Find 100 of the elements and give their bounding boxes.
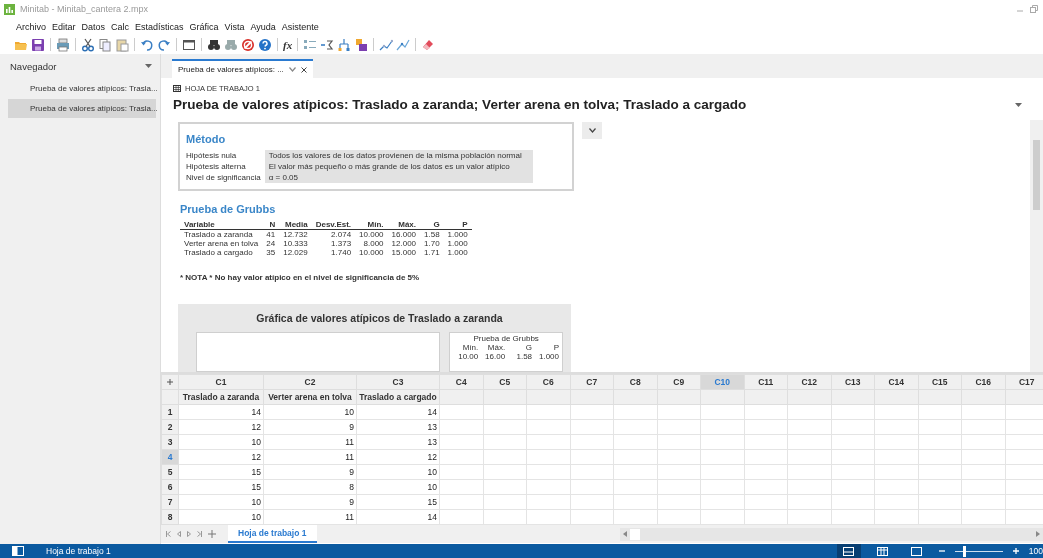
column-header[interactable]: C14 [874,374,918,390]
data-cell[interactable]: 12 [178,419,264,435]
scrollbar[interactable] [1030,120,1043,372]
next-icon[interactable] [187,531,191,537]
data-cell[interactable]: 8 [263,479,357,495]
sheet-tab[interactable]: Hoja de trabajo 1 [228,525,317,543]
add-icon[interactable] [208,530,216,538]
data-cell[interactable]: 12 [178,449,264,465]
output-tab[interactable]: Prueba de valores atípicos: ... [172,59,313,78]
data-cell[interactable]: 15 [178,464,264,480]
menu-item[interactable]: Vista [224,21,245,32]
column-header: P [443,220,472,230]
data-cell[interactable]: 10 [178,434,264,450]
data-cell[interactable]: 14 [356,404,440,420]
column-header[interactable]: C17 [1005,374,1043,390]
scrollbar[interactable] [620,527,1043,541]
column-header[interactable]: C15 [918,374,962,390]
column-header[interactable]: C12 [787,374,831,390]
scrollbar-thumb[interactable] [630,528,640,540]
menu-item[interactable]: Asistente [281,21,319,32]
data-cell[interactable]: 11 [263,434,357,450]
tree-icon[interactable] [337,37,352,52]
data-cell[interactable]: 14 [178,404,264,420]
left-arrow-icon[interactable] [623,531,627,537]
data-cell[interactable]: 9 [263,464,357,480]
window-icon[interactable] [182,37,196,52]
right-arrow-icon[interactable] [1036,531,1040,537]
dropdown-icon[interactable] [1015,102,1022,107]
column-header[interactable]: C13 [831,374,875,390]
column-header[interactable]: C5 [483,374,527,390]
printer-icon[interactable] [56,37,70,52]
column-header[interactable]: C7 [570,374,614,390]
data-cell[interactable]: 15 [178,479,264,495]
restore-icon[interactable] [1029,5,1039,13]
zoom-out-icon[interactable] [938,548,945,554]
copy-icon[interactable] [98,37,112,52]
binoculars-icon[interactable] [207,37,221,52]
scissors-icon[interactable] [81,37,95,52]
paste-icon[interactable] [115,37,129,52]
first-icon[interactable] [166,531,171,537]
zoom-in-icon[interactable] [1012,548,1019,554]
column-header[interactable]: C6 [526,374,570,390]
dropdown-icon[interactable] [145,64,152,68]
last-icon[interactable] [197,531,202,537]
chevron-down-icon[interactable] [588,128,596,133]
stop-icon[interactable] [241,37,255,52]
view-button[interactable] [836,544,861,558]
column-header: N [262,220,280,230]
scatter-icon[interactable] [379,37,394,52]
slider-thumb[interactable] [962,545,966,557]
column-header[interactable]: C2 [263,374,357,390]
column-header[interactable]: C4 [439,374,483,390]
data-cell[interactable]: 14 [356,509,440,525]
previous-icon[interactable] [177,531,181,537]
eraser-icon[interactable] [421,37,436,52]
menu-item[interactable]: Gráfica [189,21,219,32]
undo-icon[interactable] [140,37,154,52]
menu-item[interactable]: Ayuda [250,21,276,32]
data-cell[interactable]: 11 [263,449,357,465]
sigma-icon[interactable] [320,37,335,52]
column-header[interactable]: C16 [961,374,1005,390]
data-cell[interactable]: 10 [178,494,264,510]
data-cell[interactable]: 10 [263,404,357,420]
data-cell[interactable]: 12 [356,449,440,465]
column-header[interactable]: C1 [178,374,264,390]
panel-icon[interactable] [12,546,24,556]
chevron-down-icon[interactable] [288,67,296,72]
formula-button[interactable]: fx [283,38,293,51]
redo-icon[interactable] [157,37,171,52]
data-cell[interactable]: 9 [263,494,357,510]
list-icon[interactable] [303,37,318,52]
data-cell[interactable]: 10 [356,479,440,495]
table-cell: El valor más pequeño o más grande de los datos es un valor atípico [264,161,533,172]
data-cell[interactable]: 13 [356,419,440,435]
table-cell-text: 10.000 [358,248,385,257]
close-icon[interactable] [300,66,307,73]
save-icon[interactable] [31,37,45,52]
data-cell[interactable]: 11 [263,509,357,525]
data-cell[interactable]: 10 [356,464,440,480]
column-header[interactable]: C3 [356,374,440,390]
line-chart-icon[interactable] [396,37,411,52]
data-cell[interactable]: 15 [356,494,440,510]
menu-item[interactable]: Datos [81,21,106,32]
column-header[interactable]: C8 [613,374,657,390]
menu-item[interactable]: Calc [111,21,130,32]
help-icon[interactable] [258,37,272,52]
navigator-item[interactable]: Prueba de valores atípicos: Trasla... [8,99,156,118]
collapse-button[interactable] [582,122,602,139]
data-cell[interactable]: 13 [356,434,440,450]
table-cell: 1.58 [420,229,444,239]
table-cell-text: 1.000 [446,239,469,248]
navigator-item[interactable]: Prueba de valores atípicos: Trasla... [8,79,156,98]
menu-item[interactable]: Estadísticas [135,21,184,32]
column-header[interactable]: C9 [657,374,701,390]
menu-item[interactable]: Editar [52,21,76,32]
data-cell[interactable]: 10 [178,509,264,525]
scrollbar-thumb[interactable] [1033,140,1040,210]
column-header[interactable]: C11 [744,374,788,390]
data-cell[interactable]: 9 [263,419,357,435]
menu-item[interactable]: Archivo [16,21,46,32]
